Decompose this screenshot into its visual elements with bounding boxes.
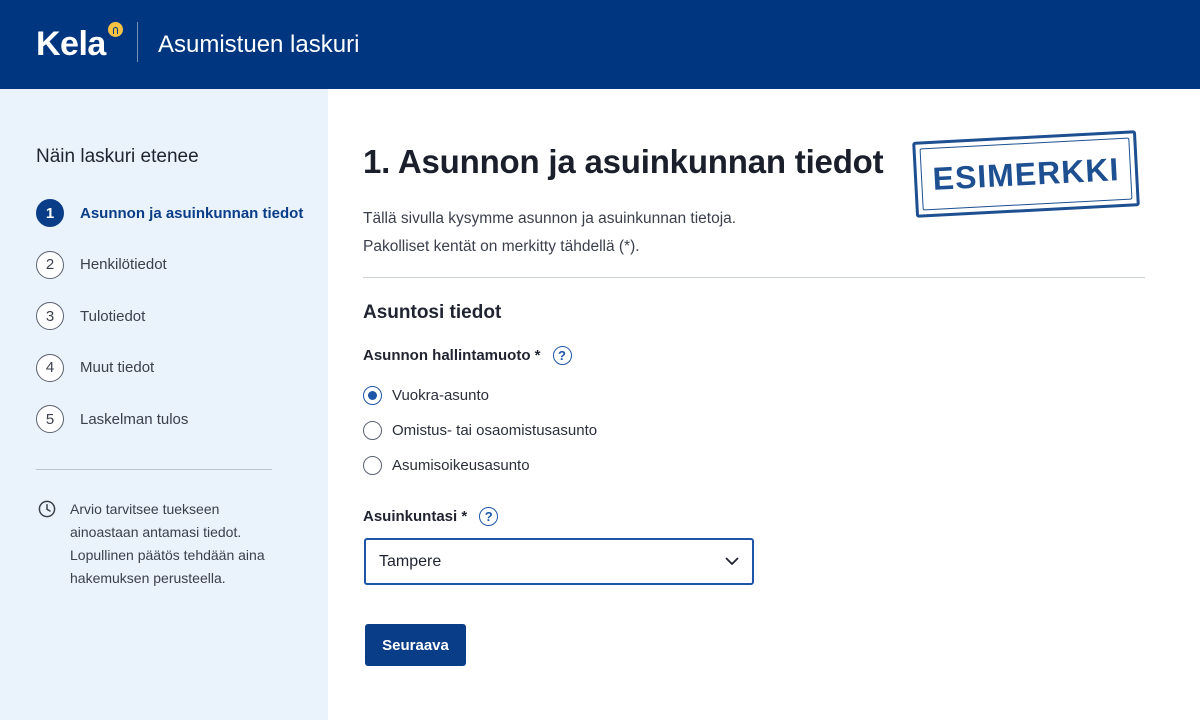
app-title: Asumistuen laskuri [158, 31, 360, 58]
step-label: Laskelman tulos [80, 410, 189, 428]
step-item-3[interactable]: 3 Tulotiedot [36, 302, 306, 330]
step-item-4[interactable]: 4 Muut tiedot [36, 353, 306, 382]
help-icon[interactable]: ? [479, 507, 499, 526]
radio-label: Vuokra-asunto [392, 386, 490, 404]
radio-right-of-occupancy[interactable]: Asumisoikeusasunto [363, 454, 597, 476]
step-item-1[interactable]: 1 Asunnon ja asuinkunnan tiedot [36, 199, 306, 227]
kela-logo[interactable]: Kela [36, 22, 123, 64]
step-number: 4 [36, 353, 64, 382]
radio-button[interactable] [363, 455, 382, 475]
step-label: Tulotiedot [80, 307, 146, 325]
municipality-select[interactable]: Tampere [364, 538, 754, 585]
municipality-label-text: Asuinkuntasi * [363, 508, 468, 525]
top-header: Kela Asumistuen laskuri [0, 0, 1200, 89]
radio-owner[interactable]: Omistus- tai osaomistusasunto [363, 419, 597, 441]
step-label: Asunnon ja asuinkunnan tiedot [80, 204, 304, 222]
clock-icon [38, 500, 56, 518]
radio-rental[interactable]: Vuokra-asunto [363, 384, 597, 406]
chevron-down-icon [725, 557, 739, 565]
intro-line: Tällä sivulla kysymme asunnon ja asuinku… [363, 210, 737, 227]
help-icon[interactable]: ? [552, 346, 572, 365]
page-title: 1. Asunnon ja asuinkunnan tiedot [363, 143, 884, 180]
step-label: Muut tiedot [80, 359, 155, 376]
progress-sidebar: Näin laskuri etenee 1 Asunnon ja asuinku… [0, 89, 328, 720]
next-button[interactable]: Seuraava [365, 624, 466, 666]
section-divider [363, 277, 1145, 278]
stamp-text: ESIMERKKI [931, 150, 1121, 197]
intro-text: Tällä sivulla kysymme asunnon ja asuinku… [363, 205, 736, 261]
header-divider [137, 22, 138, 62]
intro-line: Pakolliset kentät on merkitty tähdellä (… [363, 238, 640, 255]
tenure-label: Asunnon hallintamuoto * ? [363, 346, 572, 365]
disclaimer-line: Arvio tarvitsee tuekseen [70, 501, 220, 517]
disclaimer-line: hakemuksen perusteella. [70, 570, 226, 586]
step-number: 3 [36, 302, 64, 330]
disclaimer-text: Arvio tarvitsee tuekseen ainoastaan anta… [70, 498, 265, 590]
radio-label: Omistus- tai osaomistusasunto [392, 421, 598, 439]
municipality-label: Asuinkuntasi * ? [363, 507, 499, 526]
sidebar-title: Näin laskuri etenee [36, 146, 199, 167]
tenure-radio-group: Vuokra-asunto Omistus- tai osaomistusasu… [363, 384, 597, 489]
disclaimer-note: Arvio tarvitsee tuekseen ainoastaan anta… [38, 498, 278, 590]
radio-label: Asumisoikeusasunto [392, 456, 530, 474]
select-value: Tampere [379, 552, 442, 570]
example-stamp: ESIMERKKI [912, 130, 1140, 218]
logo-text: Kela [36, 25, 106, 63]
step-list: 1 Asunnon ja asuinkunnan tiedot 2 Henkil… [36, 199, 306, 457]
disclaimer-line: ainoastaan antamasi tiedot. [70, 524, 242, 540]
disclaimer-line: Lopullinen päätös tehdään aina [70, 547, 265, 563]
step-number: 5 [36, 405, 64, 433]
step-number: 1 [36, 199, 64, 227]
step-item-2[interactable]: 2 Henkilötiedot [36, 250, 306, 279]
sidebar-divider [36, 469, 272, 470]
step-number: 2 [36, 250, 64, 279]
step-label: Henkilötiedot [80, 256, 167, 273]
step-item-5[interactable]: 5 Laskelman tulos [36, 405, 306, 433]
tenure-label-text: Asunnon hallintamuoto * [363, 347, 541, 364]
radio-button[interactable] [363, 385, 382, 405]
radio-button[interactable] [363, 420, 382, 440]
main-content: 1. Asunnon ja asuinkunnan tiedot ESIMERK… [328, 89, 1200, 720]
logo-mark-icon [107, 22, 123, 37]
section-title: Asuntosi tiedot [363, 302, 502, 323]
